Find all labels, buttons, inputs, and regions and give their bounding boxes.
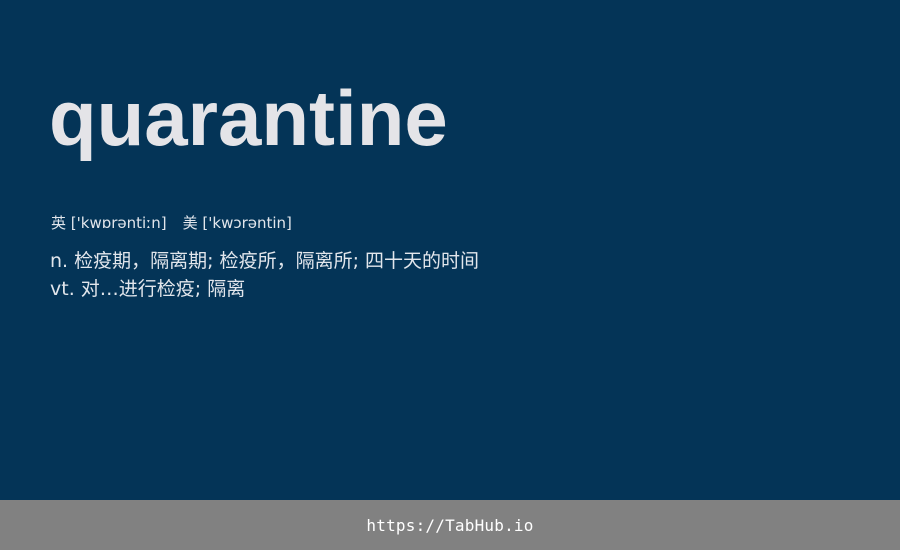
- word-card: quarantine 英 ['kwɒrəntiːn] 美 ['kwɔrəntin]…: [0, 0, 900, 500]
- us-ipa: ['kwɔrəntin]: [202, 214, 292, 232]
- uk-label: 英: [51, 214, 67, 232]
- definition-noun: n. 检疫期，隔离期; 检疫所，隔离所; 四十天的时间: [50, 250, 480, 272]
- definition-verb: vt. 对…进行检疫; 隔离: [50, 278, 246, 300]
- uk-ipa: ['kwɒrəntiːn]: [70, 214, 167, 232]
- phonetics: 英 ['kwɒrəntiːn] 美 ['kwɔrəntin]: [51, 212, 292, 234]
- definitions: n. 检疫期，隔离期; 检疫所，隔离所; 四十天的时间 vt. 对…进行检疫; …: [50, 247, 479, 303]
- headword: quarantine: [49, 74, 448, 162]
- tabhub-link[interactable]: https://TabHub.io: [366, 516, 533, 535]
- footer-bar: https://TabHub.io: [0, 500, 900, 550]
- us-label: 美: [182, 214, 198, 232]
